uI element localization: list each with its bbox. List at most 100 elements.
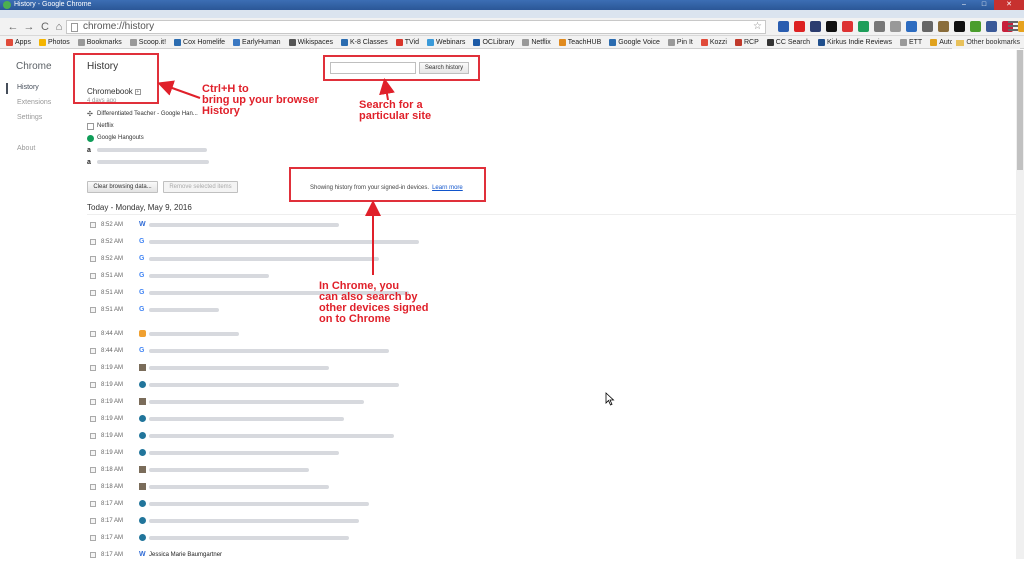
- redacted-title[interactable]: [149, 222, 339, 227]
- device-tab[interactable]: Google Hangouts: [87, 132, 209, 144]
- device-tab[interactable]: Netflix: [87, 120, 209, 132]
- bookmark-item[interactable]: RCP: [735, 38, 759, 46]
- history-entry[interactable]: 8:17 AM: [90, 529, 490, 546]
- minimize-button[interactable]: –: [954, 0, 974, 10]
- history-entry[interactable]: 8:17 AM W Jessica Marie Baumgartner: [90, 546, 490, 563]
- extension-icon[interactable]: [970, 21, 981, 32]
- extension-icon[interactable]: [778, 21, 789, 32]
- back-button[interactable]: ←: [6, 20, 20, 34]
- extension-icon[interactable]: [858, 21, 869, 32]
- entry-title[interactable]: Jessica Marie Baumgartner: [149, 552, 222, 558]
- entry-checkbox[interactable]: [90, 255, 96, 262]
- bookmark-item[interactable]: Scoop.it!: [129, 38, 166, 46]
- home-button[interactable]: ⌂: [52, 20, 66, 34]
- extension-icon[interactable]: [1018, 21, 1024, 32]
- bookmark-item[interactable]: Kirkus Indie Reviews: [818, 38, 892, 46]
- entry-checkbox[interactable]: [90, 347, 96, 354]
- remove-selected-items-button[interactable]: Remove selected items: [163, 181, 238, 193]
- bookmark-item[interactable]: TeachHUB: [558, 38, 601, 46]
- bookmark-item[interactable]: Bookmarks: [77, 38, 122, 46]
- redacted-title[interactable]: [149, 307, 219, 312]
- device-tab[interactable]: a: [87, 156, 209, 168]
- scrollbar[interactable]: [1016, 50, 1024, 559]
- entry-checkbox[interactable]: [90, 551, 96, 558]
- bookmark-item[interactable]: TVid: [395, 38, 419, 46]
- bookmark-item[interactable]: K-8 Classes: [340, 38, 388, 46]
- entry-checkbox[interactable]: [90, 534, 96, 541]
- forward-button[interactable]: →: [22, 20, 36, 34]
- history-entry[interactable]: 8:52 AM W: [90, 216, 490, 233]
- extension-icon[interactable]: [954, 21, 965, 32]
- device-tab[interactable]: a: [87, 144, 209, 156]
- entry-checkbox[interactable]: [90, 415, 96, 422]
- bookmark-item[interactable]: Photos: [38, 38, 70, 46]
- redacted-title[interactable]: [149, 484, 329, 489]
- redacted-title[interactable]: [149, 382, 399, 387]
- entry-checkbox[interactable]: [90, 449, 96, 456]
- entry-checkbox[interactable]: [90, 330, 96, 337]
- redacted-title[interactable]: [149, 365, 329, 370]
- entry-checkbox[interactable]: [90, 381, 96, 388]
- other-bookmarks[interactable]: Other bookmarks: [952, 36, 1020, 49]
- redacted-title[interactable]: [149, 416, 344, 421]
- redacted-title[interactable]: [149, 348, 389, 353]
- entry-checkbox[interactable]: [90, 483, 96, 490]
- scrollbar-thumb[interactable]: [1017, 50, 1023, 170]
- history-entry[interactable]: 8:51 AM G: [90, 301, 490, 318]
- bookmark-item[interactable]: Webinars: [426, 38, 465, 46]
- history-entry[interactable]: 8:52 AM G: [90, 233, 490, 250]
- redacted-title[interactable]: [149, 239, 419, 244]
- redacted-title[interactable]: [149, 433, 394, 438]
- bookmark-item[interactable]: Netflix: [522, 38, 551, 46]
- extension-icon[interactable]: [906, 21, 917, 32]
- extension-icon[interactable]: [986, 21, 997, 32]
- entry-checkbox[interactable]: [90, 398, 96, 405]
- extension-icon[interactable]: [922, 21, 933, 32]
- address-bar[interactable]: chrome://history ☆: [66, 20, 766, 34]
- history-entry[interactable]: 8:19 AM: [90, 410, 490, 427]
- entry-checkbox[interactable]: [90, 364, 96, 371]
- history-entry[interactable]: 8:19 AM: [90, 376, 490, 393]
- history-entry[interactable]: 8:52 AM G: [90, 250, 490, 267]
- history-entry[interactable]: 8:19 AM: [90, 393, 490, 410]
- redacted-title[interactable]: [149, 518, 359, 523]
- sidebar-item-history[interactable]: History: [0, 83, 51, 98]
- entry-checkbox[interactable]: [90, 272, 96, 279]
- bookmark-item[interactable]: CC Search: [766, 38, 810, 46]
- maximize-button[interactable]: □: [974, 0, 994, 10]
- extension-icon[interactable]: [938, 21, 949, 32]
- device-tab[interactable]: ✣ Differentiated Teacher - Google Han...: [87, 108, 209, 120]
- entry-checkbox[interactable]: [90, 466, 96, 473]
- history-entry[interactable]: 8:44 AM G: [90, 342, 490, 359]
- bookmark-item[interactable]: Kozzi: [700, 38, 727, 46]
- sidebar-item-about[interactable]: About: [0, 144, 51, 159]
- extension-icon[interactable]: [826, 21, 837, 32]
- redacted-title[interactable]: [149, 501, 369, 506]
- history-entry[interactable]: 8:18 AM: [90, 478, 490, 495]
- redacted-title[interactable]: [149, 256, 379, 261]
- history-entry[interactable]: 8:18 AM: [90, 461, 490, 478]
- extension-icon[interactable]: [810, 21, 821, 32]
- bookmark-item[interactable]: Pin It: [667, 38, 693, 46]
- bookmark-item[interactable]: ETT: [899, 38, 922, 46]
- clear-browsing-data-button[interactable]: Clear browsing data...: [87, 181, 158, 193]
- history-entry[interactable]: 8:44 AM: [90, 325, 490, 342]
- bookmark-item[interactable]: Apps: [6, 38, 31, 46]
- sidebar-item-extensions[interactable]: Extensions: [0, 98, 51, 113]
- history-entry[interactable]: 8:17 AM: [90, 495, 490, 512]
- redacted-title[interactable]: [149, 535, 349, 540]
- entry-checkbox[interactable]: [90, 221, 96, 228]
- redacted-title[interactable]: [149, 467, 309, 472]
- redacted-title[interactable]: [149, 450, 339, 455]
- history-entry[interactable]: 8:19 AM: [90, 444, 490, 461]
- extension-icon[interactable]: [874, 21, 885, 32]
- extension-icon[interactable]: [842, 21, 853, 32]
- bookmark-item[interactable]: EarlyHuman: [233, 38, 281, 46]
- redacted-title[interactable]: [149, 273, 269, 278]
- bookmark-star-icon[interactable]: ☆: [753, 21, 762, 33]
- entry-checkbox[interactable]: [90, 500, 96, 507]
- extension-icon[interactable]: [890, 21, 901, 32]
- entry-checkbox[interactable]: [90, 238, 96, 245]
- history-entry[interactable]: 8:17 AM: [90, 512, 490, 529]
- sidebar-item-settings[interactable]: Settings: [0, 113, 51, 128]
